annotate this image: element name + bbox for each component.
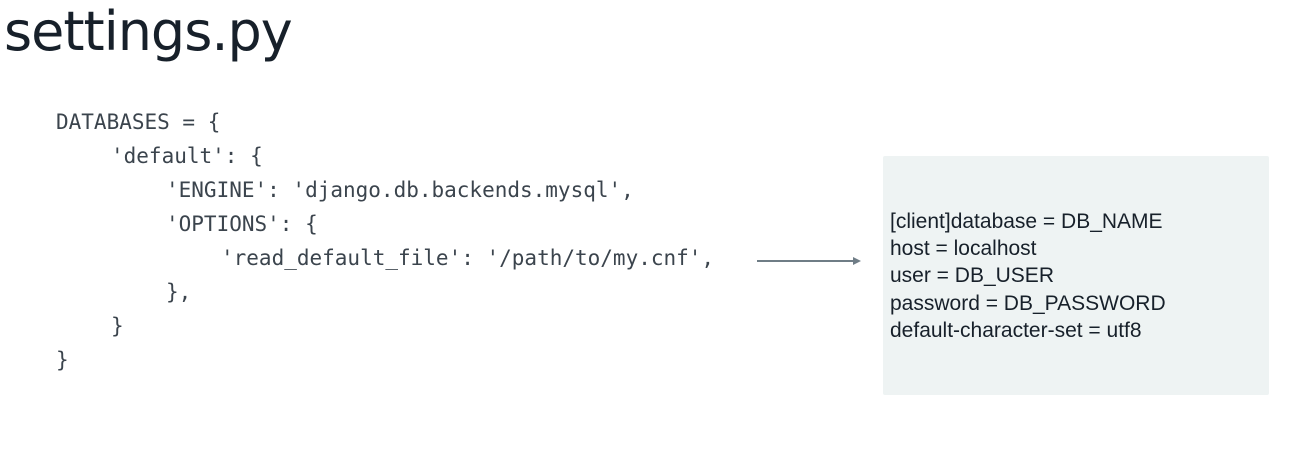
slide-title: settings.py <box>4 0 293 63</box>
code-line-databases: DATABASES = { <box>56 110 221 134</box>
mysql-config-box: [client]database = DB_NAME host = localh… <box>883 156 1269 395</box>
slide: settings.py DATABASES = { 'default': { '… <box>0 0 1291 449</box>
config-line-password: password = DB_PASSWORD <box>890 291 1166 315</box>
config-line-host: host = localhost <box>890 237 1037 261</box>
code-line-default: 'default': { <box>111 144 263 168</box>
config-line-character-set: default-character-set = utf8 <box>890 318 1142 342</box>
code-line-engine: 'ENGINE': 'django.db.backends.mysql', <box>166 178 634 202</box>
settings-code-block: DATABASES = { 'default': { 'ENGINE': 'dj… <box>56 105 714 377</box>
code-line-databases-close: } <box>56 348 69 372</box>
code-line-read-default-file: 'read_default_file': '/path/to/my.cnf', <box>221 246 715 270</box>
code-line-options: 'OPTIONS': { <box>166 212 318 236</box>
config-line-user: user = DB_USER <box>890 264 1054 288</box>
code-line-default-close: } <box>111 314 124 338</box>
code-line-options-close: }, <box>166 280 192 304</box>
right-arrow-icon <box>757 257 861 265</box>
config-line-client-database: [client]database = DB_NAME <box>890 210 1163 233</box>
